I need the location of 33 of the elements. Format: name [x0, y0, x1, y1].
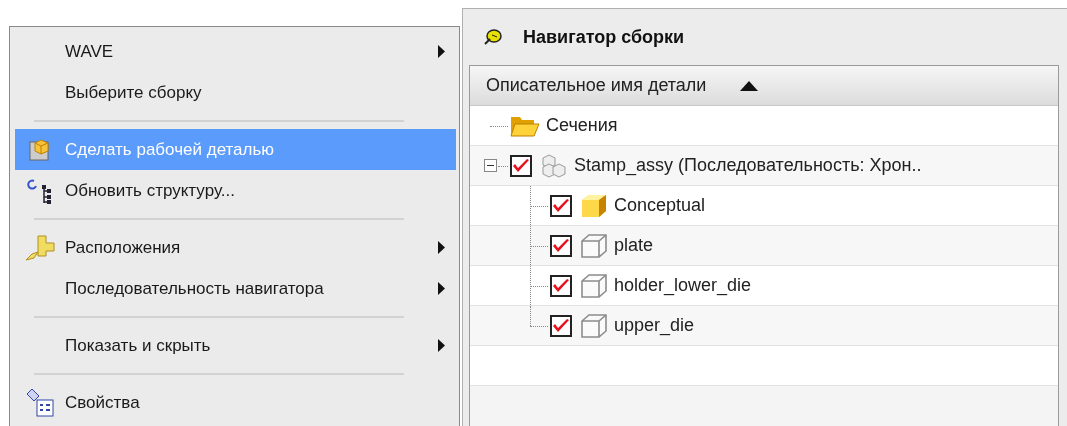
cube-icon [580, 312, 608, 339]
submenu-arrow-icon [437, 45, 445, 58]
panel-title: Навигатор сборки [523, 25, 685, 49]
menu-item[interactable]: Показать и скрыть [15, 325, 456, 366]
tree-item[interactable]: plate [614, 232, 654, 259]
menu-item[interactable]: WAVE [15, 31, 456, 72]
tree-item[interactable]: holder_lower_die [614, 272, 752, 299]
checkbox[interactable] [550, 194, 572, 217]
menu-item[interactable]: Расположения [15, 227, 456, 268]
submenu-arrow-icon [437, 241, 445, 254]
menu-item[interactable]: Обновить структуру... [15, 170, 456, 211]
cube-icon [580, 192, 608, 219]
menu-item[interactable]: Свойства [15, 382, 456, 423]
submenu-arrow-icon [437, 339, 445, 352]
navigator-icon [483, 28, 503, 46]
tree-item[interactable]: Stamp_assy (Последовательность: Хрон.. [574, 152, 922, 179]
checkbox[interactable] [550, 314, 572, 337]
cube-icon [580, 232, 608, 259]
sort-ascending-icon [740, 80, 759, 91]
tree-item[interactable]: upper_die [614, 312, 695, 339]
tree-item[interactable]: Conceptual [614, 192, 706, 219]
folder-icon [510, 114, 540, 137]
properties-icon [25, 387, 55, 418]
checkbox[interactable] [550, 234, 572, 257]
checkbox[interactable] [510, 154, 532, 177]
submenu-arrow-icon [437, 282, 445, 295]
menu-item[interactable]: Выберите сборку [15, 72, 456, 113]
arrangements-icon [24, 233, 56, 262]
tree-item[interactable]: Сечения [546, 112, 618, 139]
menu-item[interactable]: Последовательность навигатора [15, 268, 456, 309]
checkbox[interactable] [550, 274, 572, 297]
collapse-toggle[interactable] [484, 159, 497, 172]
cube-icon [580, 272, 608, 299]
